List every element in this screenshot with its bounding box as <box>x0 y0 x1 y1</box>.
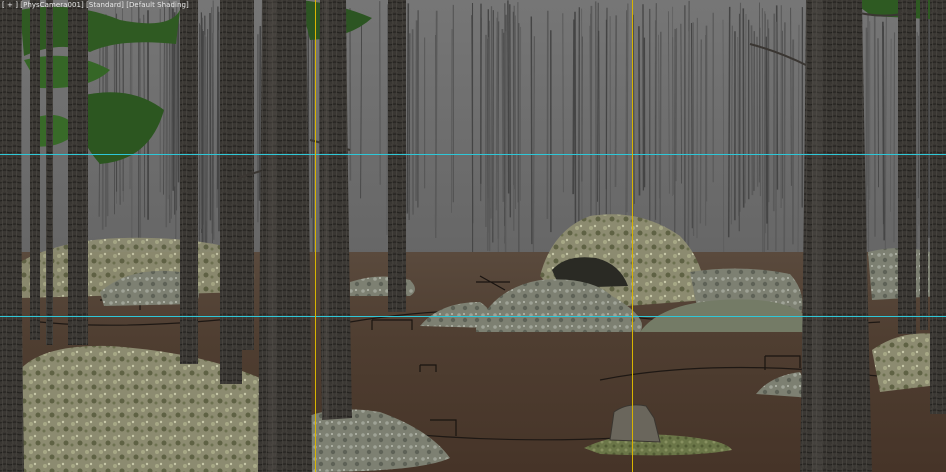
distant-trunk-line <box>594 1 598 223</box>
distant-trunk-line <box>578 7 580 248</box>
distant-trunk-line <box>598 30 600 237</box>
distant-trunk-line <box>916 31 918 255</box>
distant-trunk-line <box>415 20 418 201</box>
distant-trunk-line <box>867 7 870 255</box>
distant-trunk-line <box>687 31 690 250</box>
distant-trunk-line <box>501 28 505 202</box>
renderer-menu[interactable]: [Standard] <box>86 1 124 9</box>
distant-trunk-line <box>927 14 930 238</box>
distant-trunk-line <box>638 26 641 196</box>
distant-trunk-line <box>675 28 678 182</box>
distant-trunk-line <box>672 37 674 195</box>
distant-trunk-line <box>783 22 786 258</box>
distant-trunk-line <box>614 15 618 188</box>
scene-render[interactable] <box>0 0 946 472</box>
distant-trunk-line <box>205 36 207 221</box>
distant-trunk-line <box>775 21 778 252</box>
distant-trunk-line <box>572 19 575 195</box>
distant-trunk-line <box>199 25 202 229</box>
distant-trunk-line <box>480 17 482 202</box>
distant-trunk-line <box>562 13 564 193</box>
distant-trunk-line <box>487 37 490 233</box>
distant-trunk-line <box>659 31 662 243</box>
camera-menu[interactable]: [ + ] [PhysCamera001] <box>2 1 84 9</box>
distant-trunk-line <box>209 12 212 221</box>
distant-trunk-line <box>379 1 381 185</box>
distant-trunk-line <box>893 32 896 243</box>
distant-trunk-line <box>763 13 766 255</box>
distant-trunk-line <box>655 3 657 220</box>
distant-trunk-line <box>507 0 510 194</box>
viewport-label: [ + ] [PhysCamera001] [Standard] [Defaul… <box>2 1 189 10</box>
distant-trunk-line <box>406 3 410 214</box>
distant-trunk-line <box>411 29 414 215</box>
distant-trunk-line <box>765 36 768 224</box>
distant-trunk-line <box>530 16 533 245</box>
distant-trunk-line <box>574 11 577 245</box>
distant-trunk-line <box>772 13 776 212</box>
distant-trunk-line <box>497 11 499 257</box>
distant-trunk-line <box>434 10 438 228</box>
distant-trunk-line <box>509 4 511 218</box>
camera-label[interactable]: PhysCamera001 <box>23 1 81 9</box>
distant-trunk-line <box>692 22 695 237</box>
distant-trunk-line <box>877 38 879 188</box>
distant-trunk-line <box>258 25 262 201</box>
shading-menu[interactable]: [Default Shading] <box>126 1 189 9</box>
distant-trunk-line <box>492 10 494 243</box>
distant-trunk-line <box>625 10 628 216</box>
distant-trunk-line <box>759 27 761 197</box>
shading-label[interactable]: Default Shading <box>129 1 186 9</box>
distant-trunk-line <box>699 39 702 224</box>
camera-viewport[interactable]: [ + ] [PhysCamera001] [Standard] [Defaul… <box>0 0 946 472</box>
distant-trunk-line <box>882 26 885 241</box>
distant-trunk-line <box>727 6 731 238</box>
distant-trunk-line <box>756 36 759 187</box>
distant-trunk-line <box>750 25 754 196</box>
renderer-label[interactable]: Standard <box>89 1 121 9</box>
